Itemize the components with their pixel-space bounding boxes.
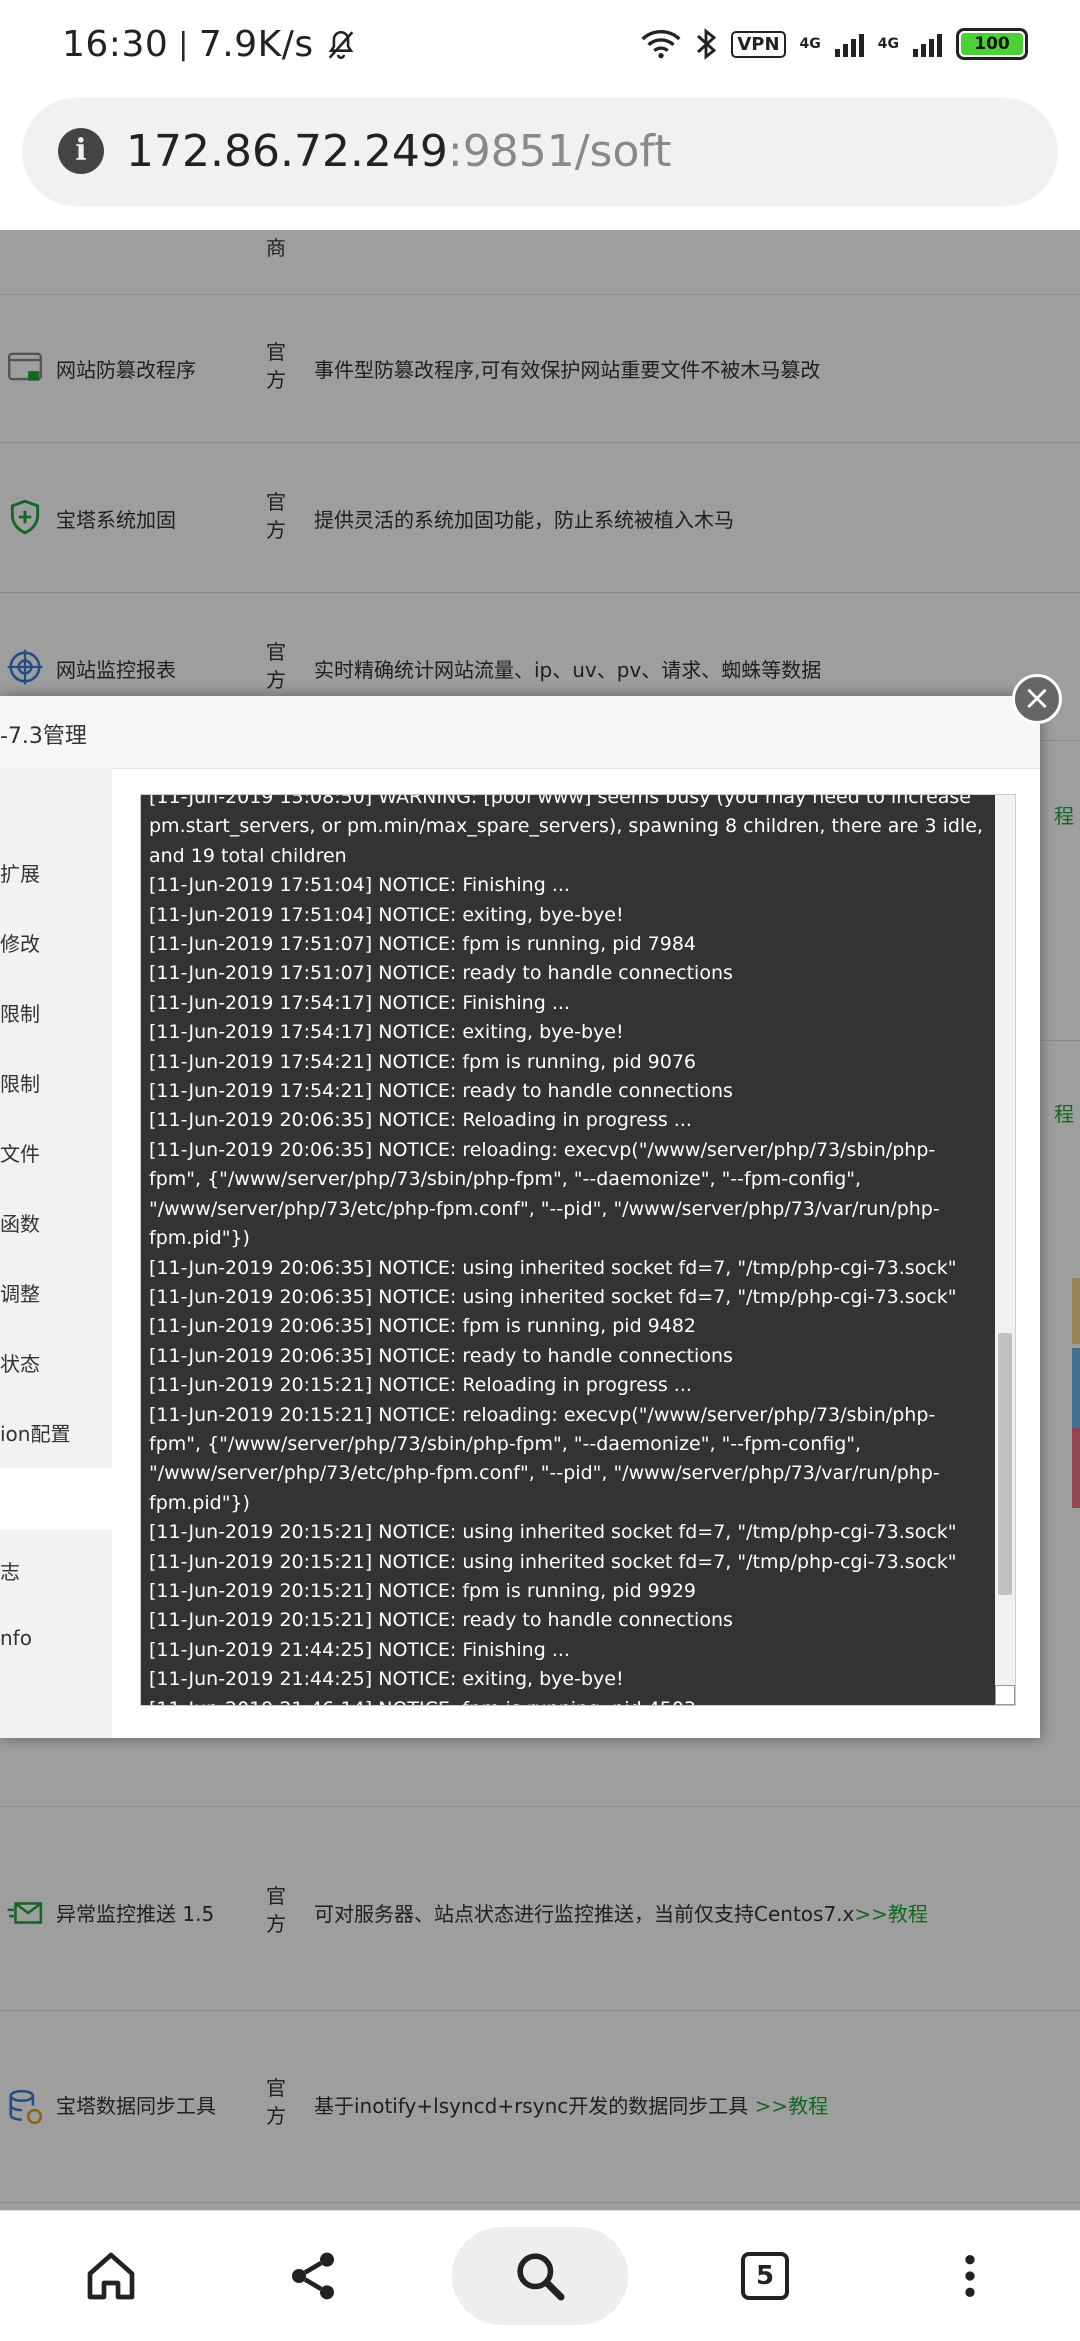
- resize-handle[interactable]: [995, 1685, 1015, 1705]
- menu-item-slow-log[interactable]: 志: [0, 1556, 20, 1585]
- log-text: [11-Jun-2019 15:08:50] WARNING: [pool ww…: [149, 794, 984, 1705]
- menu-item-extensions[interactable]: 扩展: [0, 858, 40, 887]
- menu-item-timeout-limit[interactable]: 限制: [0, 1068, 40, 1097]
- info-icon[interactable]: i: [58, 128, 104, 174]
- home-button[interactable]: [66, 2231, 156, 2321]
- status-bar: 16:30 | 7.9K/s VPN 4G 4G 100: [0, 0, 1080, 92]
- vpn-badge: VPN: [731, 30, 786, 58]
- network-type-1: 4G: [799, 36, 821, 52]
- url-path: :9851/soft: [447, 126, 672, 177]
- status-right: VPN 4G 4G 100: [641, 28, 1028, 60]
- network-type-2: 4G: [877, 36, 899, 52]
- status-left: 16:30 | 7.9K/s: [62, 24, 358, 65]
- tabs-button[interactable]: 5: [720, 2231, 810, 2321]
- log-scrollbar[interactable]: [995, 795, 1015, 1705]
- modal-menu: 扩展 修改 限制 限制 文件 函数 调整 状态 ion配置 志 nfo: [0, 768, 112, 1738]
- menu-item-phpinfo[interactable]: nfo: [0, 1626, 32, 1650]
- url-host: 172.86.72.249: [126, 126, 448, 177]
- menu-active-item[interactable]: [0, 1468, 112, 1530]
- menu-item-config-modify[interactable]: 修改: [0, 928, 40, 957]
- menu-item-disabled-functions[interactable]: 函数: [0, 1208, 40, 1237]
- battery-level: 100: [974, 34, 1010, 54]
- share-button[interactable]: [268, 2231, 358, 2321]
- wifi-icon: [641, 30, 681, 59]
- tabs-count: 5: [741, 2252, 789, 2300]
- home-icon: [87, 2252, 135, 2300]
- more-menu-button[interactable]: [925, 2231, 1015, 2321]
- menu-item-config-file[interactable]: 文件: [0, 1138, 40, 1167]
- search-button[interactable]: [452, 2227, 628, 2325]
- url-text[interactable]: 172.86.72.249:9851/soft: [126, 126, 671, 177]
- signal-icon-1: [834, 31, 864, 57]
- menu-item-session-config[interactable]: ion配置: [0, 1418, 70, 1447]
- menu-item-load-status[interactable]: 状态: [0, 1348, 40, 1377]
- menu-item-upload-limit[interactable]: 限制: [0, 998, 40, 1027]
- browser-bottom-nav: 5: [0, 2210, 1080, 2341]
- log-viewer[interactable]: [11-Jun-2019 15:08:50] WARNING: [pool ww…: [140, 794, 1016, 1706]
- address-bar[interactable]: i 172.86.72.249:9851/soft: [22, 98, 1058, 206]
- mute-icon: [328, 30, 353, 59]
- modal-header: -7.3管理: [0, 696, 1040, 769]
- php-manage-modal: -7.3管理 扩展 修改 限制 限制 文件 函数 调整 状态 ion配置 志 n…: [0, 696, 1040, 1738]
- log-scroll-thumb[interactable]: [998, 1333, 1012, 1595]
- signal-icon-2: [913, 31, 942, 57]
- more-vertical-icon: [965, 2255, 975, 2297]
- clock: 16:30: [62, 24, 169, 65]
- menu-item-performance-tuning[interactable]: 调整: [0, 1278, 40, 1307]
- bluetooth-icon: [697, 28, 717, 60]
- battery-icon: 100: [956, 28, 1028, 60]
- separator: |: [178, 27, 189, 62]
- modal-title: -7.3管理: [0, 724, 87, 749]
- modal-close-button[interactable]: ×: [1012, 674, 1062, 724]
- share-icon: [292, 2252, 334, 2300]
- network-speed: 7.9K/s: [198, 24, 314, 65]
- search-icon: [517, 2253, 565, 2301]
